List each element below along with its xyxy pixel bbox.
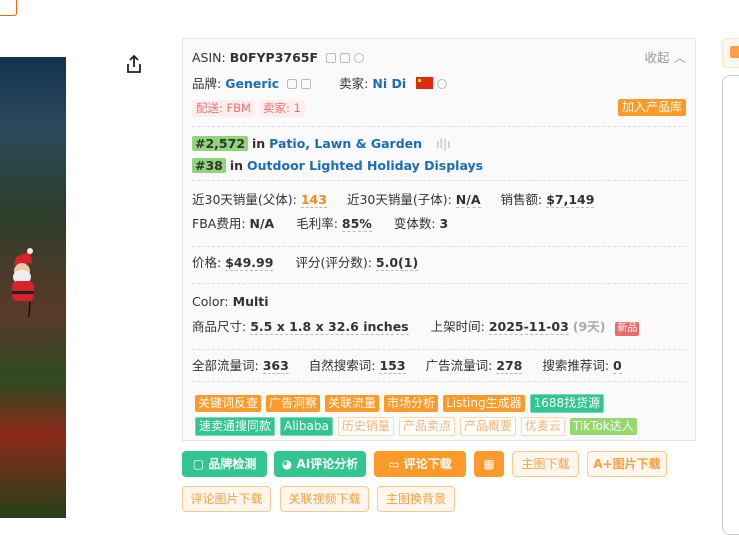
tool-market-analysis[interactable]: 市场分析 (384, 395, 439, 412)
chevron-up-icon: ︿ (673, 50, 686, 65)
price: $49.99 (225, 255, 274, 271)
all-keywords: 363 (262, 358, 289, 374)
tools-row-2: 速卖通搜同款 Alibaba 历史销量 产品卖点 产品概要 优麦云 TikTok达人 (195, 417, 686, 436)
related-video-download-button[interactable]: 关联视频下载 (280, 486, 369, 512)
location-pin-icon[interactable] (437, 79, 448, 89)
tool-aliexpress-search[interactable]: 速卖通搜同款 (195, 417, 276, 436)
plugin-icon (730, 46, 739, 58)
add-to-library-button[interactable]: 加入产品库 (617, 99, 686, 116)
seller-count-badge: 卖家: 1 (258, 100, 305, 117)
collapse-label: 收起 (644, 50, 670, 65)
santa-figure (12, 248, 34, 317)
price-row: 价格: $49.99 评分(评分数): 5.0(1) (192, 255, 419, 271)
size-value: 5.5 x 1.8 x 32.6 inches (250, 319, 409, 335)
recommended-keywords: 0 (613, 358, 622, 374)
external-link-icon[interactable] (301, 79, 312, 89)
share-icon[interactable] (125, 54, 143, 74)
rank-row: #2,572 in Patio, Lawn & Garden ıl|ı (192, 135, 686, 153)
tool-tiktok-influencer[interactable]: TikTok达人 (569, 418, 637, 435)
product-info-panel: ASIN: B0FYP3765F 收起 ︿ 品牌: Generic 卖家: Ni… (182, 38, 696, 441)
category-link[interactable]: Patio, Lawn & Garden (269, 136, 422, 151)
parent-sales: 143 (300, 192, 327, 208)
delivery-badge: 配送: FBM (192, 100, 255, 117)
badges-row: 配送: FBM 卖家: 1 加入产品库 (192, 99, 686, 117)
copy-plus-icon[interactable] (340, 53, 351, 63)
seller-link[interactable]: Ni Di (372, 76, 406, 91)
review-image-download-button[interactable]: 评论图片下载 (182, 486, 271, 512)
color-row: Color: Multi (192, 294, 269, 309)
tool-related-traffic[interactable]: 关联流量 (325, 395, 380, 412)
china-flag-icon (416, 77, 434, 89)
rating: 5.0(1) (375, 255, 419, 271)
rank-row: #38 in Outdoor Lighted Holiday Displays (192, 157, 686, 175)
brand-check-button[interactable]: ▢ 品牌检测 (182, 451, 267, 477)
product-image[interactable] (0, 57, 66, 518)
rank-badge: #2,572 (192, 136, 249, 151)
square-icon: ▢ (192, 457, 205, 471)
review-download-button[interactable]: ▭ 评论下载 (374, 451, 466, 477)
tool-ad-insight[interactable]: 广告洞察 (266, 395, 321, 412)
location-icon[interactable] (354, 53, 365, 63)
margin: 85% (341, 216, 372, 232)
right-panel (722, 75, 739, 535)
ad-keywords: 278 (496, 358, 523, 374)
color-value: Multi (232, 294, 269, 309)
tool-history-sales[interactable]: 历史销量 (337, 417, 394, 436)
copy-icon[interactable] (326, 53, 337, 63)
listed-days: (9天) (572, 319, 606, 334)
category-link[interactable]: Outdoor Lighted Holiday Displays (247, 158, 483, 173)
ai-review-analysis-button[interactable]: ◕ AI评论分析 (274, 451, 366, 477)
asin-row: ASIN: B0FYP3765F 收起 ︿ (192, 49, 686, 67)
tool-youmaiyun[interactable]: 优麦云 (520, 417, 565, 436)
listed-date: 2025-11-03 (488, 319, 569, 335)
fba-fee: N/A (249, 216, 275, 231)
copy-icon[interactable] (287, 79, 298, 89)
keyword-row: 全部流量词: 363 自然搜索词: 153 广告流量词: 278 搜索推荐词: … (192, 358, 622, 374)
variant-count: 3 (439, 216, 449, 231)
brand-row: 品牌: Generic 卖家: Ni Di (192, 75, 686, 93)
brand-link[interactable]: Generic (225, 76, 279, 91)
calculator-icon: ▦ (483, 457, 495, 471)
brand-label: 品牌: (192, 76, 222, 91)
pie-chart-icon: ◕ (281, 457, 293, 471)
seller-label: 卖家: (339, 76, 369, 91)
sales-row: 近30天销量(父体): 143 近30天销量(子体): N/A 销售额: $7,… (192, 192, 595, 208)
tool-product-summary[interactable]: 产品概要 (459, 417, 516, 436)
bar-chart-icon[interactable]: ıl|ı (436, 136, 451, 151)
asin-label: ASIN: (192, 50, 226, 65)
aplus-image-download-button[interactable]: A+图片下载 (587, 451, 667, 477)
tools-row-1: 关键词反查 广告洞察 关联流量 市场分析 Listing生成器 1688找货源 (195, 394, 686, 413)
top-orange-button[interactable] (0, 0, 17, 16)
new-product-badge: 新品 (615, 322, 640, 336)
tool-selling-points[interactable]: 产品卖点 (398, 417, 455, 436)
child-sales: N/A (455, 192, 481, 208)
tool-keyword-reverse[interactable]: 关键词反查 (195, 395, 262, 412)
replace-background-button[interactable]: 主图换背景 (377, 486, 455, 512)
tool-alibaba[interactable]: Alibaba (280, 417, 333, 436)
organic-keywords: 153 (379, 358, 406, 374)
calculator-button[interactable]: ▦ (474, 451, 504, 477)
tool-listing-generator[interactable]: Listing生成器 (443, 395, 525, 412)
collapse-toggle[interactable]: 收起 ︿ (644, 49, 686, 67)
revenue: $7,149 (546, 192, 595, 208)
tool-1688-source[interactable]: 1688找货源 (529, 394, 605, 413)
main-image-download-button[interactable]: 主图下载 (512, 451, 579, 477)
comment-icon: ▭ (388, 457, 400, 471)
asin-value: B0FYP3765F (229, 50, 319, 65)
fee-row: FBA费用: N/A 毛利率: 85% 变体数: 3 (192, 216, 449, 232)
size-row: 商品尺寸: 5.5 x 1.8 x 32.6 inches 上架时间: 2025… (192, 319, 640, 336)
rank-badge: #38 (192, 158, 226, 173)
